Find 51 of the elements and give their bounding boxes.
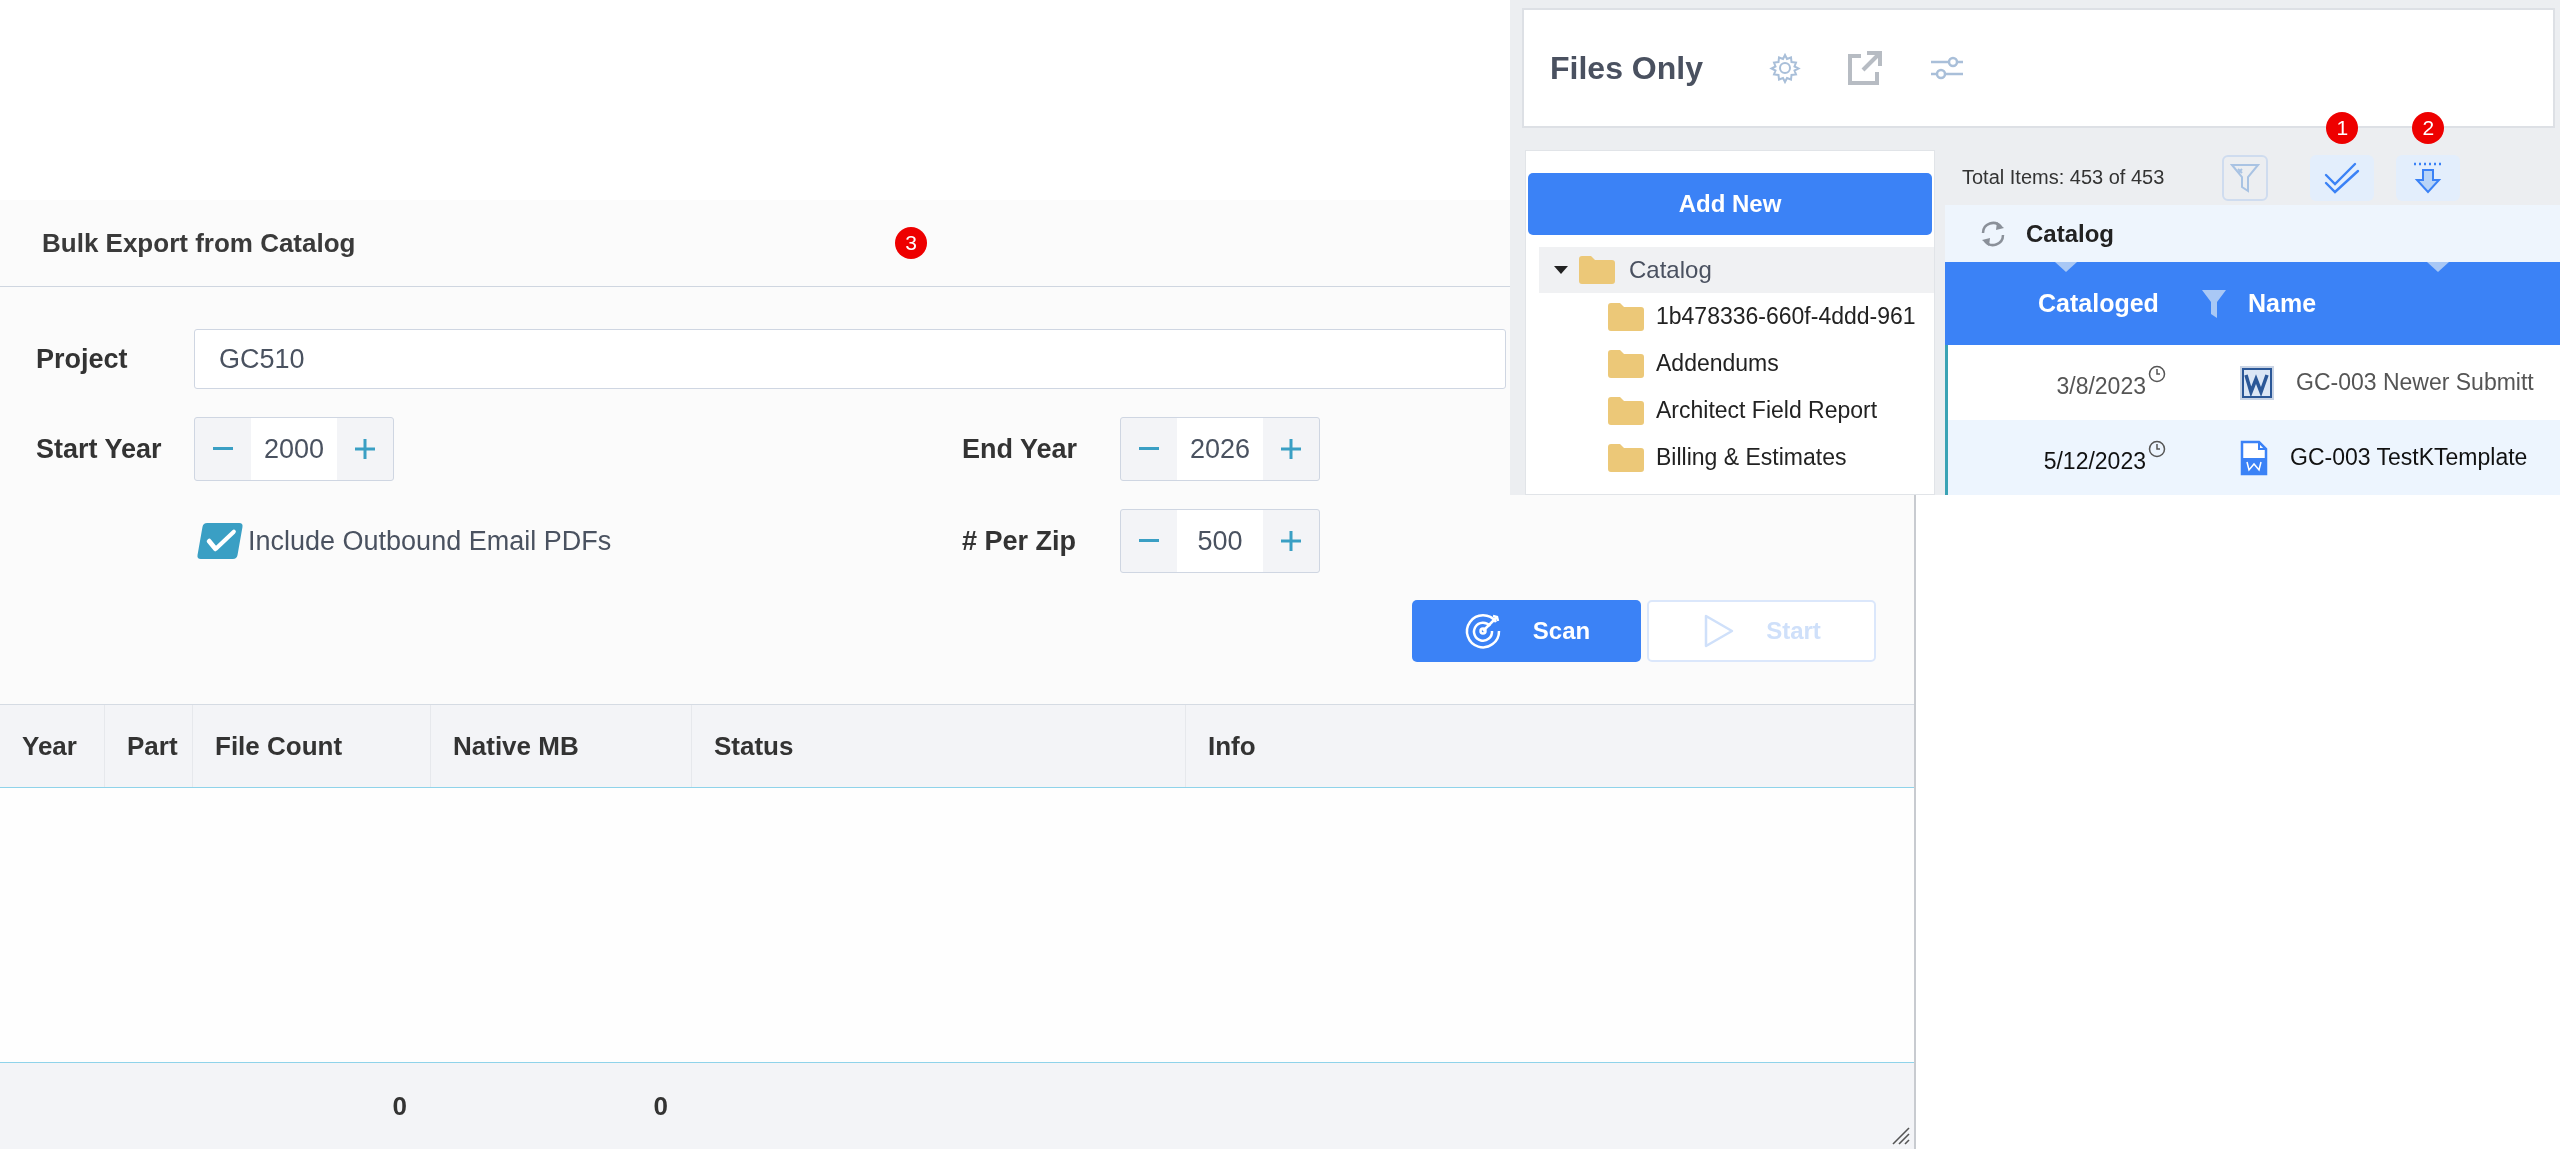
folder-icon	[1608, 396, 1644, 425]
tree-item[interactable]: 1b478336-660f-4ddd-961	[1528, 293, 1934, 340]
folder-icon	[1608, 443, 1644, 472]
scan-button[interactable]: Scan	[1412, 600, 1641, 662]
date-cell: 5/12/2023	[2043, 448, 2146, 475]
filter-icon[interactable]	[2200, 288, 2227, 319]
column-header[interactable]: Name	[2235, 262, 2560, 345]
tree-item[interactable]: Architect Field Report	[1528, 387, 1934, 434]
file-row[interactable]: 5/12/2023 GC-003 TestKTemplate	[1945, 420, 2560, 495]
column-header[interactable]: Year	[0, 705, 105, 787]
number-badge: 3	[895, 227, 927, 259]
tree-item[interactable]: Addendums	[1528, 340, 1934, 387]
number-stepper[interactable]: 2000	[194, 417, 394, 481]
group-header: Catalog	[2026, 219, 2114, 248]
field-label: Start Year	[36, 433, 163, 465]
column-header[interactable]: Cataloged	[1945, 262, 2235, 345]
file-name: GC-003 Newer Submitt	[2296, 369, 2534, 396]
column-header[interactable]: Native MB	[431, 705, 692, 787]
item-count: Total Items: 453 of 453	[1962, 166, 2165, 189]
folder-icon	[1579, 256, 1615, 284]
settings-icon[interactable]	[1768, 52, 1801, 84]
field-label: Project	[36, 343, 129, 375]
total-cell: 0	[653, 1090, 668, 1122]
folder-icon	[1608, 349, 1644, 378]
number-stepper[interactable]: 500	[1120, 509, 1320, 573]
total-cell: 0	[392, 1090, 407, 1122]
field-label: # Per Zip	[962, 525, 1078, 557]
clock-icon	[2148, 440, 2166, 458]
tree-item[interactable]: Billing & Estimates	[1528, 434, 1934, 481]
checkbox-label: Include Outbound Email PDFs	[248, 525, 612, 557]
column-header[interactable]: Part	[105, 705, 193, 787]
clear-filter-icon	[2230, 161, 2261, 194]
document-icon	[2240, 439, 2268, 476]
checkbox[interactable]	[196, 523, 244, 559]
project-field[interactable]: GC510	[194, 329, 1506, 389]
column-header[interactable]: File Count	[193, 705, 431, 787]
add-new-button[interactable]: Add New	[1528, 173, 1932, 235]
dialog-title: Bulk Export from Catalog	[42, 227, 356, 259]
column-header[interactable]: Status	[692, 705, 1186, 787]
panel-title: Files Only	[1550, 49, 1703, 87]
file-name: GC-003 TestKTemplate	[2290, 444, 2528, 471]
field-label: End Year	[962, 433, 1079, 465]
document-icon	[2240, 365, 2274, 400]
file-row[interactable]: 3/8/2023 GC-003 Newer Submitt	[1945, 345, 2560, 420]
clear-filter-button[interactable]	[2222, 154, 2269, 201]
tree-item[interactable]: Catalog	[1539, 247, 1934, 293]
column-header[interactable]: Info	[1186, 705, 1914, 787]
clock-icon	[2148, 365, 2166, 383]
folder-icon	[1608, 302, 1644, 331]
number-stepper[interactable]: 2026	[1120, 417, 1320, 481]
date-cell: 3/8/2023	[2056, 373, 2146, 400]
